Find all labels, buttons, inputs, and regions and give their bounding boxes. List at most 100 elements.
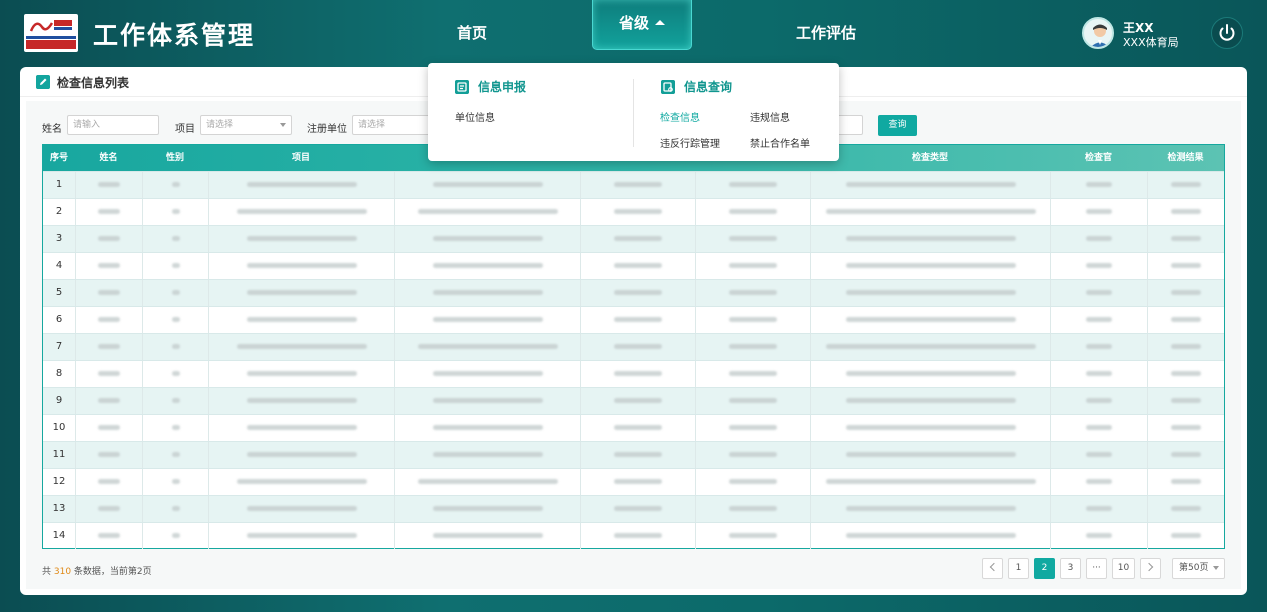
- redacted-text: [98, 533, 120, 538]
- redacted-text: [1171, 479, 1201, 484]
- blurred-cell: [208, 280, 394, 306]
- table-row[interactable]: 10: [43, 414, 1224, 441]
- redacted-text: [432, 425, 543, 430]
- table-row[interactable]: 7: [43, 333, 1224, 360]
- user-org: XXX体育局: [1123, 36, 1179, 49]
- blurred-cell: [580, 361, 695, 387]
- redacted-text: [171, 506, 180, 511]
- redacted-text: [1171, 452, 1201, 457]
- table-row[interactable]: 6: [43, 306, 1224, 333]
- menu-item-inspection-info[interactable]: 检查信息: [660, 109, 700, 124]
- edit-icon: [36, 75, 50, 89]
- redacted-text: [1086, 290, 1112, 295]
- redacted-text: [432, 398, 543, 403]
- avatar[interactable]: [1082, 17, 1114, 49]
- redacted-text: [729, 452, 777, 457]
- page-size-select[interactable]: 第50页: [1172, 558, 1225, 579]
- redacted-text: [729, 317, 777, 322]
- pagination-total: 310: [53, 567, 72, 577]
- blurred-cell: [1050, 523, 1147, 549]
- blurred-cell: [142, 388, 208, 414]
- blurred-cell: [142, 253, 208, 279]
- redacted-text: [432, 506, 543, 511]
- blurred-cell: [208, 388, 394, 414]
- table-row[interactable]: 12: [43, 468, 1224, 495]
- redacted-text: [98, 263, 120, 268]
- logout-button[interactable]: [1211, 17, 1243, 49]
- page-2-button[interactable]: 2: [1034, 558, 1055, 579]
- redacted-text: [729, 533, 777, 538]
- redacted-text: [98, 290, 120, 295]
- blurred-cell: [580, 334, 695, 360]
- table-row[interactable]: 5: [43, 279, 1224, 306]
- redacted-text: [1086, 209, 1112, 214]
- table-row[interactable]: 1: [43, 171, 1224, 198]
- page-3-button[interactable]: 3: [1060, 558, 1081, 579]
- redacted-text: [1086, 506, 1112, 511]
- page-ellipsis[interactable]: ···: [1086, 558, 1107, 579]
- redacted-text: [845, 452, 1016, 457]
- redacted-text: [614, 479, 662, 484]
- menu-item-unit-info[interactable]: 单位信息: [455, 109, 495, 124]
- inspection-table: 序号 姓名 性别 项目 检查类型 检查官 检测结果 1 2 3 4 5 6 7 8 9 10 11 1…: [42, 144, 1225, 549]
- blurred-cell: [1050, 496, 1147, 522]
- filter-input-extra[interactable]: [836, 115, 863, 135]
- table-row[interactable]: 13: [43, 495, 1224, 522]
- redacted-text: [98, 479, 120, 484]
- unit-select-placeholder: 请选择: [358, 120, 386, 130]
- table-row[interactable]: 2: [43, 198, 1224, 225]
- menu-item-whereabouts-violation[interactable]: 违反行踪管理: [660, 135, 720, 150]
- redacted-text: [1171, 533, 1201, 538]
- nav-work-evaluation[interactable]: 工作评估: [784, 0, 868, 66]
- blurred-cell: [208, 226, 394, 252]
- blurred-cell: [580, 280, 695, 306]
- blurred-cell: [1147, 253, 1224, 279]
- redacted-text: [845, 236, 1016, 241]
- redacted-text: [614, 290, 662, 295]
- blurred-cell: [695, 226, 810, 252]
- redacted-text: [432, 452, 543, 457]
- unit-select[interactable]: 请选择: [352, 115, 432, 135]
- table-row[interactable]: 3: [43, 225, 1224, 252]
- prev-page-button[interactable]: [982, 558, 1003, 579]
- query-button[interactable]: 查询: [878, 115, 917, 136]
- table-row[interactable]: 14: [43, 522, 1224, 549]
- blurred-cell: [394, 361, 580, 387]
- redacted-text: [1086, 371, 1112, 376]
- table-row[interactable]: 9: [43, 387, 1224, 414]
- redacted-text: [417, 209, 558, 214]
- menu-item-blacklist[interactable]: 禁止合作名单: [750, 135, 810, 150]
- page-10-button[interactable]: 10: [1112, 558, 1135, 579]
- blurred-cell: [1147, 307, 1224, 333]
- redacted-text: [98, 209, 120, 214]
- chevron-down-icon: [1213, 566, 1219, 570]
- provincial-dropdown-menu: 信息申报 单位信息 信息查询 检查信息 违规信息 违反行踪管理 禁止合作名单: [428, 63, 839, 161]
- redacted-text: [171, 533, 180, 538]
- blurred-cell: [580, 199, 695, 225]
- blurred-cell: [208, 199, 394, 225]
- blurred-cell: [142, 469, 208, 495]
- blurred-cell: [1050, 307, 1147, 333]
- next-page-button[interactable]: [1140, 558, 1161, 579]
- blurred-cell: [1147, 523, 1224, 549]
- blurred-cell: [580, 523, 695, 549]
- table-row[interactable]: 8: [43, 360, 1224, 387]
- nav-home[interactable]: 首页: [432, 0, 512, 66]
- row-index: 4: [55, 260, 63, 271]
- row-index: 7: [55, 341, 63, 352]
- redacted-text: [236, 479, 367, 484]
- table-row[interactable]: 11: [43, 441, 1224, 468]
- nav-provincial[interactable]: 省级: [592, 0, 692, 50]
- blurred-cell: [580, 388, 695, 414]
- blurred-cell: [1147, 388, 1224, 414]
- redacted-text: [845, 371, 1016, 376]
- blurred-cell: [695, 496, 810, 522]
- table-row[interactable]: 4: [43, 252, 1224, 279]
- project-select[interactable]: 请选择: [200, 115, 292, 135]
- redacted-text: [246, 263, 357, 268]
- page-1-button[interactable]: 1: [1008, 558, 1029, 579]
- menu-item-violation-info[interactable]: 违规信息: [750, 109, 790, 124]
- redacted-text: [1086, 479, 1112, 484]
- name-input[interactable]: 请输入: [67, 115, 159, 135]
- redacted-text: [432, 263, 543, 268]
